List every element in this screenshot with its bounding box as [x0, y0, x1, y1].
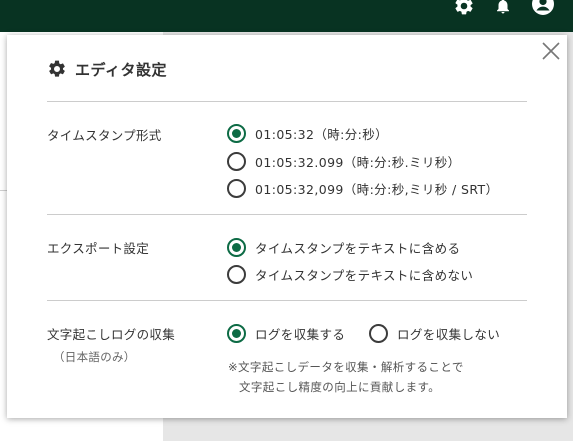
close-icon	[542, 42, 560, 60]
close-button[interactable]	[540, 40, 562, 62]
export-option-include-timestamp[interactable]: タイムスタンプをテキストに含める	[227, 238, 460, 257]
app-topbar	[0, 0, 573, 32]
timestamp-format-option-srt[interactable]: 01:05:32,099（時:分:秒,ミリ秒 / SRT）	[227, 179, 498, 198]
log-collection-note: ※文字起こしデータを収集・解析することで 文字起こし精度の向上に貢献します。	[228, 357, 464, 397]
export-settings-label: エクスポート設定	[47, 241, 150, 256]
radio-button[interactable]	[369, 324, 388, 343]
option-label: タイムスタンプをテキストに含めない	[255, 268, 474, 283]
editor-settings-dialog: エディタ設定 タイムスタンプ形式 01:05:32（時:分:秒） 01:05:3…	[7, 35, 567, 418]
note-line: 文字起こし精度の向上に貢献します。	[239, 380, 441, 394]
option-label: タイムスタンプをテキストに含める	[255, 241, 461, 256]
log-collection-sublabel: （日本語のみ）	[53, 350, 136, 364]
user-icon[interactable]	[530, 0, 556, 15]
timestamp-format-option-hms[interactable]: 01:05:32（時:分:秒）	[227, 124, 388, 143]
export-option-exclude-timestamp[interactable]: タイムスタンプをテキストに含めない	[227, 265, 473, 284]
log-option-collect[interactable]: ログを収集する	[227, 324, 345, 343]
radio-button[interactable]	[227, 179, 246, 198]
gear-icon	[49, 60, 65, 77]
radio-button[interactable]	[227, 124, 246, 143]
dialog-header: エディタ設定	[47, 57, 167, 81]
radio-button[interactable]	[227, 152, 246, 171]
dialog-title: エディタ設定	[75, 60, 167, 79]
section-divider	[47, 300, 527, 301]
timestamp-format-option-hms-dot-ms[interactable]: 01:05:32.099（時:分:秒.ミリ秒）	[227, 152, 461, 171]
radio-button[interactable]	[227, 265, 246, 284]
option-label: ログを収集する	[255, 327, 346, 342]
note-line: ※文字起こしデータを収集・解析することで	[228, 360, 464, 374]
timestamp-format-label: タイムスタンプ形式	[47, 128, 162, 143]
section-divider	[47, 214, 527, 215]
section-divider	[47, 101, 527, 102]
option-label: ログを収集しない	[397, 327, 501, 342]
log-collection-label: 文字起こしログの収集	[47, 327, 176, 342]
option-label: 01:05:32（時:分:秒）	[255, 127, 389, 142]
option-label: 01:05:32,099（時:分:秒,ミリ秒 / SRT）	[255, 182, 499, 197]
radio-button[interactable]	[227, 238, 246, 257]
radio-button[interactable]	[227, 324, 246, 343]
option-label: 01:05:32.099（時:分:秒.ミリ秒）	[255, 155, 461, 170]
gear-icon[interactable]	[453, 0, 475, 16]
bell-icon[interactable]	[493, 0, 513, 16]
log-option-no-collect[interactable]: ログを収集しない	[369, 324, 500, 343]
